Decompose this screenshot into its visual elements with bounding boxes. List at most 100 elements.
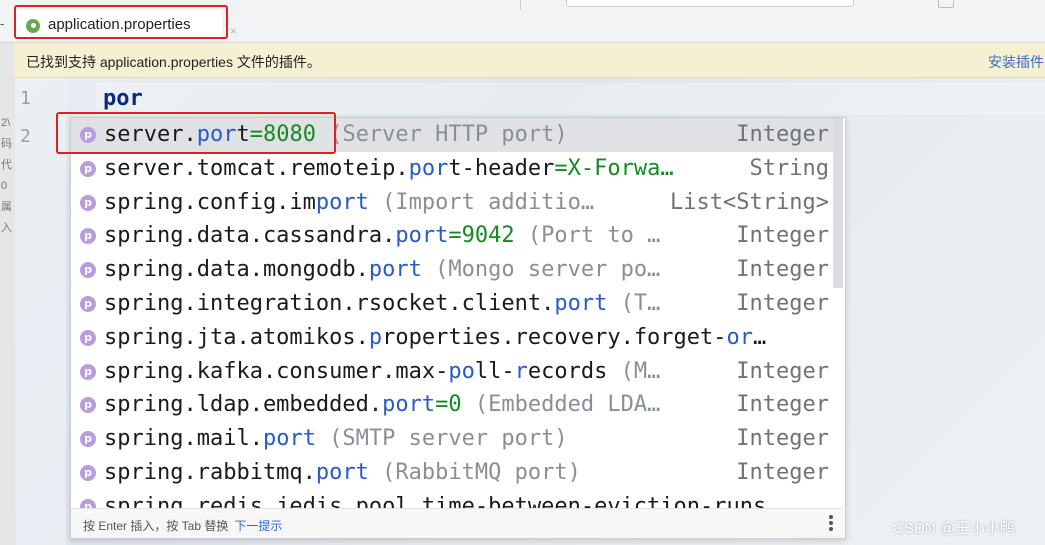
completion-item-m1: port [368, 257, 422, 283]
completion-item-type: Integer [736, 426, 829, 452]
install-plugins-link[interactable]: 安装插件 [988, 52, 1044, 72]
property-icon: p [80, 262, 96, 279]
completion-item-desc: (Import additio… [368, 189, 595, 215]
close-icon[interactable]: × [230, 24, 237, 38]
completion-item[interactable]: p spring.integration.rsocket.client.port … [71, 287, 833, 321]
completion-item-type: Integer [736, 291, 829, 316]
completion-item-pre: spring.jta.atomikos. [104, 324, 369, 350]
completion-item-pre: server.tomcat.remoteip. [104, 155, 409, 181]
completion-item-desc: (SMTP server port) [315, 426, 568, 452]
top-search-field[interactable] [566, 0, 854, 7]
completion-item-mid: t-header [448, 155, 555, 181]
completion-item-m1: port [262, 426, 316, 452]
completion-item[interactable]: p spring.redis.jedis.pool.time-between-ev… [71, 490, 833, 508]
completion-item-m1: port [554, 291, 608, 316]
completion-item-name: spring.jta.atomikos.properties.recovery.… [104, 325, 766, 350]
completion-item-name: spring.data.mongodb.port (Mongo server p… [104, 257, 660, 282]
completion-item-type: List<String> [670, 189, 829, 215]
property-icon: p [80, 431, 96, 448]
typed-code-text[interactable]: por [103, 86, 143, 111]
banner-message: 已找到支持 application.properties 文件的插件。 [26, 54, 321, 70]
completion-item-m1: port [315, 189, 369, 215]
completion-item-desc: (Port to … [514, 223, 661, 249]
completion-item-m2: or [726, 324, 754, 350]
completion-item[interactable]: p spring.ldap.embedded.port=0 (Embedded L… [71, 388, 833, 422]
completion-item-type: String [749, 155, 829, 181]
completion-item-type: Integer [736, 223, 829, 249]
completion-item[interactable]: p spring.data.mongodb.port (Mongo server … [71, 253, 833, 287]
line-number: 2 [20, 126, 31, 147]
property-icon: p [80, 160, 96, 177]
property-icon: p [80, 194, 96, 211]
completion-item-pre: spring.ldap.embedded. [104, 392, 383, 418]
completion-item-desc: (M… [607, 358, 661, 384]
hint-text: 按 Enter 插入，按 Tab 替换 [83, 519, 229, 533]
tab-bar-left-marker: - [0, 16, 5, 31]
completion-item-pre: spring.kafka.consumer.max- [104, 358, 449, 384]
plugin-suggestion-banner: 已找到支持 application.properties 文件的插件。 安装插件 [14, 43, 1045, 78]
completion-item-pre: spring.mail. [104, 426, 263, 452]
completion-item-m1: por [408, 155, 449, 181]
completion-item-name: spring.mail.port (SMTP server port) [104, 426, 568, 451]
completion-item-m1: port [315, 460, 369, 485]
completion-item-type: Integer [736, 460, 829, 485]
tab-annotation-box [14, 5, 228, 39]
property-icon: p [80, 498, 96, 508]
completion-item-name: spring.rabbitmq.port (RabbitMQ port) [104, 460, 581, 485]
completion-list: p server.port=8080 (Server HTTP port) Inte… [71, 118, 833, 508]
completion-item-pre: spring.config.im [104, 189, 316, 215]
completion-footer: 按 Enter 插入，按 Tab 替换 下一提示 [71, 508, 843, 538]
completion-item-pre: spring.data.mongodb. [104, 257, 369, 283]
completion-item[interactable]: p spring.rabbitmq.port (RabbitMQ port) Int… [71, 456, 833, 490]
completion-item[interactable]: p spring.config.import (Import additio… Li… [71, 186, 833, 220]
completion-item-type: Integer [736, 392, 829, 418]
completion-item-name: spring.data.cassandra.port=9042 (Port to… [104, 223, 660, 248]
completion-item-desc: (Server HTTP port) [315, 122, 568, 147]
property-icon: p [80, 329, 96, 346]
completion-hint: 按 Enter 插入，按 Tab 替换 下一提示 [83, 517, 282, 534]
completion-item-desc: (RabbitMQ port) [368, 460, 581, 485]
watermark: CSDN @王小小鸭 [893, 520, 1015, 537]
more-options-icon[interactable] [829, 513, 833, 533]
property-icon: p [80, 397, 96, 414]
completion-item-mid: ll- [474, 358, 515, 384]
next-tip-link[interactable]: 下一提示 [234, 519, 282, 533]
line-number: 1 [20, 88, 31, 109]
completion-item-name: spring.ldap.embedded.port=0 (Embedded LD… [104, 392, 660, 417]
completion-item-pre: spring.redis.jedis.pool.time-between-evi… [104, 493, 767, 508]
completion-item[interactable]: p spring.jta.atomikos.properties.recovery… [71, 321, 833, 355]
completion-item-name: spring.config.import (Import additio… [104, 190, 594, 215]
completion-item-m1: po [448, 358, 475, 384]
property-icon: p [80, 465, 96, 481]
completion-item[interactable]: p spring.data.cassandra.port=9042 (Port t… [71, 219, 833, 253]
completion-item-mid: roperties.recovery.forget- [382, 324, 727, 350]
selected-item-annotation-box [56, 112, 336, 154]
completion-item-name: spring.redis.jedis.pool.time-between-evi… [104, 494, 766, 508]
completion-item[interactable]: p spring.mail.port (SMTP server port) Inte… [71, 422, 833, 456]
property-icon: p [80, 296, 96, 312]
completion-item-desc: (T… [607, 291, 661, 316]
property-icon: p [80, 363, 96, 380]
completion-item-type: Integer [736, 257, 829, 283]
left-tool-strip: 2\ 码 代 0 属 入 [0, 43, 15, 545]
completion-item-m1: port [395, 223, 449, 249]
completion-item-pre: spring.data.cassandra. [104, 223, 396, 249]
editor-tab-bar: - application.properties × [0, 0, 1045, 43]
completion-item-post: … [753, 324, 767, 350]
code-completion-popup: p server.port=8080 (Server HTTP port) Inte… [70, 117, 846, 539]
completion-item-m1: p [368, 324, 383, 350]
completion-item[interactable]: p spring.kafka.consumer.max-poll-records … [71, 355, 833, 389]
completion-item-name: spring.kafka.consumer.max-poll-records (… [104, 359, 660, 384]
current-line-highlight [96, 83, 1045, 115]
completion-item-m1: port [382, 392, 436, 418]
completion-item-type: Integer [736, 358, 829, 384]
completion-item-desc: (Embedded LDA… [461, 392, 661, 418]
top-toolbar-widget[interactable] [938, 0, 954, 8]
completion-item-name: spring.integration.rsocket.client.port (… [104, 291, 660, 316]
completion-item-m2: r [514, 358, 528, 384]
completion-item-value: =9042 [448, 223, 515, 249]
completion-item[interactable]: p server.tomcat.remoteip.port-header=X-Fo… [71, 152, 833, 186]
completion-item-value: =X-Forwa… [554, 155, 674, 181]
completion-scrollbar[interactable] [833, 118, 843, 288]
tab-bar-separator [520, 0, 521, 10]
